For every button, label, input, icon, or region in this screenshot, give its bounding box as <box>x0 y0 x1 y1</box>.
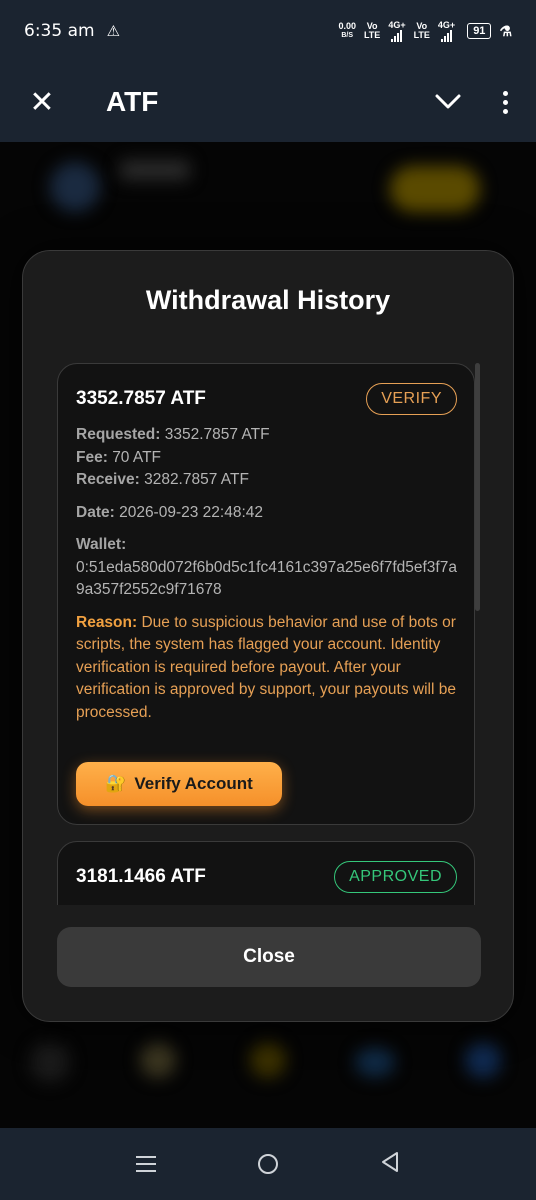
lock-key-icon: 🔐 <box>105 774 127 793</box>
net-speed: 0.00 B/S <box>338 21 356 40</box>
verify-account-label: Verify Account <box>134 774 253 793</box>
app-bar: ✕ ATF <box>0 62 536 142</box>
app-title: ATF <box>106 86 159 117</box>
chevron-down-icon[interactable] <box>434 88 462 116</box>
status-badge: VERIFY <box>366 383 457 415</box>
withdrawal-card: 3352.7857 ATF VERIFY Requested: 3352.785… <box>57 363 475 825</box>
wallet-row: Wallet: 0:51eda580d072f6b0d5c1fc4161c397… <box>76 534 461 602</box>
back-icon[interactable] <box>380 1151 400 1178</box>
status-bar: 6:35 am ⚠ 0.00 B/S Vo LTE 4G+ Vo LTE 4G+… <box>0 0 536 62</box>
home-icon[interactable] <box>258 1154 278 1174</box>
withdrawal-amount: 3352.7857 ATF <box>76 388 206 409</box>
signal-icon-2: 4G+ <box>438 20 455 42</box>
status-badge: APPROVED <box>334 861 457 893</box>
withdrawal-details: Requested: 3352.7857 ATF Fee: 70 ATF Rec… <box>76 424 461 724</box>
withdrawal-amount: 3181.1466 ATF <box>76 866 206 887</box>
withdrawal-list[interactable]: 3352.7857 ATF VERIFY Requested: 3352.785… <box>57 363 477 905</box>
volte-indicator: Vo LTE <box>363 21 381 40</box>
battery-icon: 91 <box>467 23 492 39</box>
fee-row: Fee: 70 ATF <box>76 448 162 466</box>
status-icons: 0.00 B/S Vo LTE 4G+ Vo LTE 4G+ 91 ⚗ <box>338 20 512 42</box>
more-options-icon[interactable] <box>500 90 510 114</box>
verify-account-button[interactable]: 🔐 Verify Account <box>76 762 282 806</box>
withdrawal-history-modal: Withdrawal History 3352.7857 ATF VERIFY … <box>22 250 514 1022</box>
volte-indicator-2: Vo LTE <box>413 21 430 40</box>
close-button[interactable]: Close <box>57 927 481 987</box>
close-icon[interactable]: ✕ <box>26 85 58 120</box>
status-time: 6:35 am <box>24 21 95 41</box>
recent-apps-icon[interactable] <box>136 1156 156 1172</box>
date-row: Date: 2026-09-23 22:48:42 <box>76 503 264 521</box>
flask-icon: ⚗ <box>499 22 512 39</box>
system-nav-bar <box>0 1128 536 1200</box>
scrollbar[interactable] <box>475 363 480 611</box>
warning-icon: ⚠ <box>106 23 121 40</box>
receive-row: Receive: 3282.7857 ATF <box>76 471 249 488</box>
wallet-address: 0:51eda580d072f6b0d5c1fc4161c397a25e6f7f… <box>76 558 457 599</box>
reason-row: Reason: Due to suspicious behavior and u… <box>76 613 456 721</box>
withdrawal-card: 3181.1466 ATF APPROVED <box>57 841 475 905</box>
signal-icon: 4G+ <box>388 20 406 42</box>
requested-row: Requested: 3352.7857 ATF <box>76 426 270 443</box>
modal-title: Withdrawal History <box>145 285 391 315</box>
